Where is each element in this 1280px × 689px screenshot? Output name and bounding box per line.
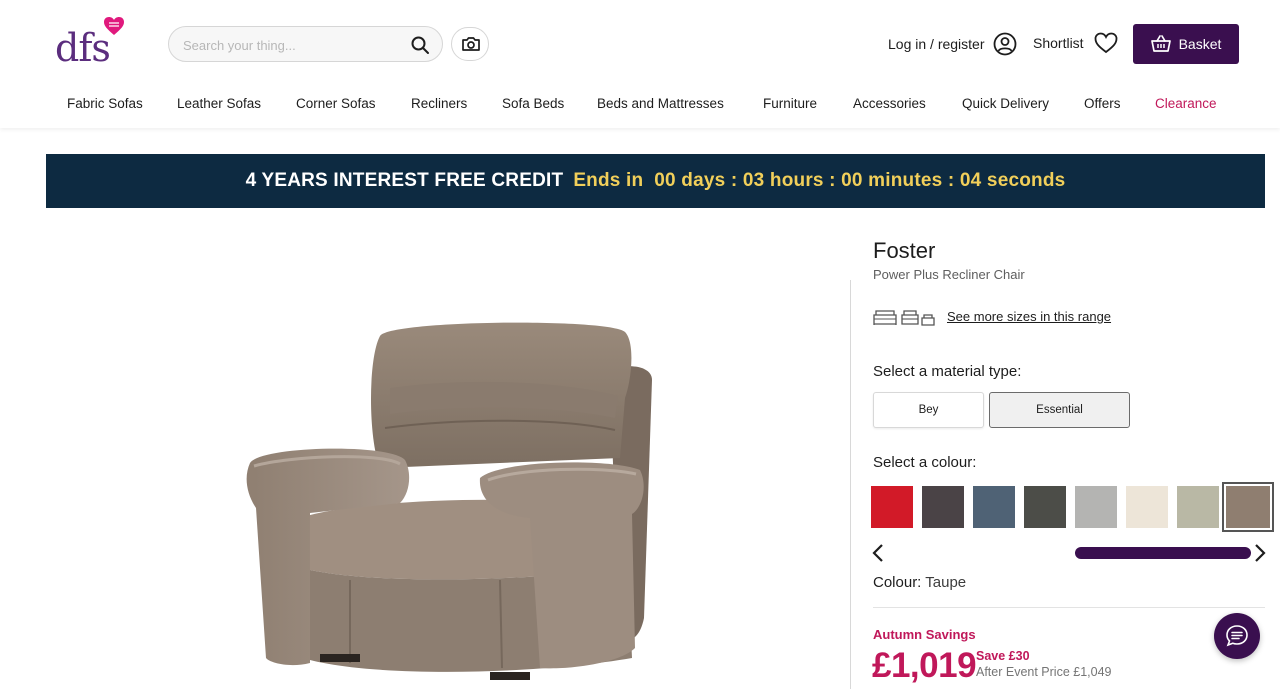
colour-select-label: Select a colour:	[873, 454, 977, 471]
after-event-price: After Event Price £1,049	[976, 665, 1112, 679]
nav-quick-delivery[interactable]: Quick Delivery	[962, 96, 1049, 111]
chevron-left-icon[interactable]	[872, 543, 886, 563]
visual-search-button[interactable]	[451, 27, 489, 61]
camera-icon	[462, 37, 480, 51]
page: dfs Log in / register	[0, 0, 1280, 689]
material-option-bey[interactable]: Bey	[873, 392, 984, 428]
sofa-sizes-icon	[873, 310, 935, 326]
nav-clearance[interactable]: Clearance	[1155, 96, 1217, 111]
see-more-sizes-link[interactable]: See more sizes in this range	[947, 309, 1111, 324]
search-input[interactable]	[183, 35, 403, 55]
nav-furniture[interactable]: Furniture	[763, 96, 817, 111]
heart-icon	[1094, 32, 1117, 54]
nav-accessories[interactable]: Accessories	[853, 96, 926, 111]
cream-swatch[interactable]	[1126, 486, 1168, 528]
user-icon	[993, 32, 1016, 56]
nav-sofa-beds[interactable]: Sofa Beds	[502, 96, 564, 111]
shortlist-link[interactable]: Shortlist	[1033, 32, 1118, 54]
site-header: dfs Log in / register	[0, 0, 1280, 128]
product-subtitle: Power Plus Recliner Chair	[873, 267, 1025, 282]
image-details-divider	[850, 280, 851, 689]
charcoal-swatch[interactable]	[922, 486, 964, 528]
chat-button[interactable]	[1214, 613, 1260, 659]
material-type-label: Select a material type:	[873, 363, 1022, 380]
chat-icon	[1226, 625, 1248, 647]
sage-swatch[interactable]	[1177, 486, 1219, 528]
basket-label: Basket	[1178, 36, 1222, 52]
nav-corner-sofas[interactable]: Corner Sofas	[296, 96, 376, 111]
colour-scrollbar[interactable]	[1075, 547, 1251, 559]
basket-button[interactable]: Basket	[1133, 24, 1239, 64]
red-swatch[interactable]	[871, 486, 913, 528]
logo-text: dfs	[55, 26, 111, 70]
light-grey-swatch[interactable]	[1075, 486, 1117, 528]
basket-icon	[1150, 35, 1171, 52]
savings-event-label: Autumn Savings	[873, 627, 976, 642]
nav-leather-sofas[interactable]: Leather Sofas	[177, 96, 261, 111]
promo-banner[interactable]: 4 YEARS INTEREST FREE CREDIT Ends in 00 …	[46, 154, 1265, 208]
nav-recliners[interactable]: Recliners	[411, 96, 467, 111]
dfs-logo[interactable]: dfs	[55, 16, 130, 70]
save-amount: Save £30	[976, 649, 1030, 663]
nav-offers[interactable]: Offers	[1084, 96, 1121, 111]
colour-prefix: Colour:	[873, 574, 922, 591]
material-option-essential[interactable]: Essential	[989, 392, 1130, 428]
product-image-recliner-chair[interactable]	[240, 318, 660, 689]
search-icon[interactable]	[410, 35, 430, 55]
nav-beds-and-mattresses[interactable]: Beds and Mattresses	[597, 96, 724, 111]
nav-fabric-sofas[interactable]: Fabric Sofas	[67, 96, 143, 111]
shortlist-label: Shortlist	[1033, 35, 1084, 51]
dark-grey-swatch[interactable]	[1024, 486, 1066, 528]
product-title: Foster	[873, 238, 936, 263]
slate-blue-swatch[interactable]	[973, 486, 1015, 528]
selected-colour: Colour: Taupe	[873, 574, 966, 591]
promo-countdown: Ends in 00 days : 03 hours : 00 minutes …	[573, 170, 1066, 191]
taupe-swatch[interactable]	[1222, 482, 1274, 532]
chevron-right-icon[interactable]	[1254, 543, 1268, 563]
colour-value: Taupe	[925, 574, 967, 591]
product-price: £1,019	[872, 646, 977, 685]
price-divider	[873, 607, 1265, 608]
heart-logo-icon	[104, 17, 124, 35]
promo-headline: 4 YEARS INTEREST FREE CREDIT	[245, 170, 564, 191]
search-bar[interactable]	[168, 26, 443, 62]
main-navigation: Fabric Sofas Leather Sofas Corner Sofas …	[0, 96, 1280, 118]
login-label: Log in / register	[888, 36, 985, 52]
login-register-link[interactable]: Log in / register	[888, 32, 1017, 56]
